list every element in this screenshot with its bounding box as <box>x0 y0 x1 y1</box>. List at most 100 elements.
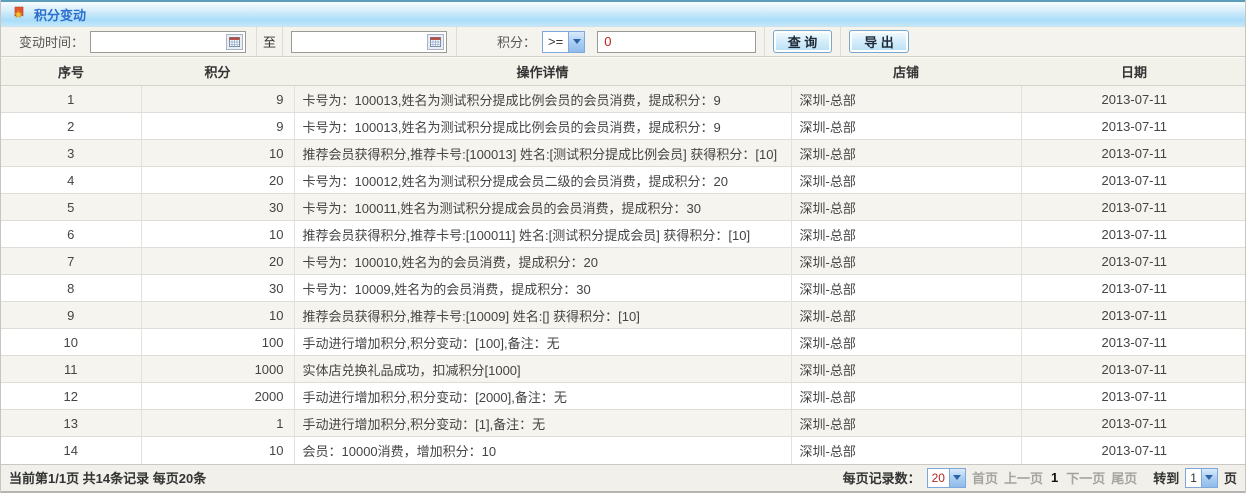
cell-date: 2013-07-11 <box>1021 329 1246 356</box>
table-body: 19卡号为：100013,姓名为测试积分提成比例会员的会员消费，提成积分：9深圳… <box>1 86 1246 464</box>
to-label: 至 <box>263 32 276 51</box>
record-summary: 当前第1/1页 共14条记录 每页20条 <box>9 468 206 487</box>
cell-store: 深圳-总部 <box>791 194 1021 221</box>
cell-no: 9 <box>1 302 141 329</box>
page-size-value: 20 <box>928 469 949 487</box>
cell-store: 深圳-总部 <box>791 437 1021 464</box>
table-row: 420卡号为：100012,姓名为测试积分提成会员二级的会员消费，提成积分：20… <box>1 167 1246 194</box>
cell-no: 12 <box>1 383 141 410</box>
goto-label: 转到 <box>1153 468 1179 487</box>
chevron-down-icon <box>949 469 965 487</box>
calendar-icon[interactable] <box>226 34 243 50</box>
goto-page-value: 1 <box>1186 469 1201 487</box>
chevron-down-icon <box>1201 469 1217 487</box>
calendar-icon[interactable] <box>427 34 444 50</box>
cell-no: 11 <box>1 356 141 383</box>
cell-no: 3 <box>1 140 141 167</box>
cell-detail: 卡号为：100012,姓名为测试积分提成会员二级的会员消费，提成积分：20 <box>294 167 791 194</box>
filter-points-cell: 积分： >= 0 <box>457 27 765 56</box>
cell-detail: 卡号为：100013,姓名为测试积分提成比例会员的会员消费，提成积分：9 <box>294 86 791 113</box>
operator-value: >= <box>543 32 568 52</box>
cell-date: 2013-07-11 <box>1021 275 1246 302</box>
points-value-input[interactable]: 0 <box>597 31 756 53</box>
cell-no: 5 <box>1 194 141 221</box>
cell-points: 1 <box>141 410 294 437</box>
cell-points: 10 <box>141 437 294 464</box>
export-button[interactable]: 导 出 <box>849 30 909 53</box>
date-from-input[interactable] <box>90 31 246 53</box>
cell-detail: 会员：10000消费，增加积分：10 <box>294 437 791 464</box>
cell-no: 7 <box>1 248 141 275</box>
cell-date: 2013-07-11 <box>1021 140 1246 167</box>
cell-date: 2013-07-11 <box>1021 86 1246 113</box>
cell-no: 10 <box>1 329 141 356</box>
points-label: 积分： <box>497 32 536 51</box>
title-bar: 积分变动 <box>1 0 1245 27</box>
cell-detail: 卡号为：10009,姓名为的会员消费，提成积分：30 <box>294 275 791 302</box>
cell-detail: 推荐会员获得积分,推荐卡号:[100011] 姓名:[测试积分提成会员] 获得积… <box>294 221 791 248</box>
table-row: 910推荐会员获得积分,推荐卡号:[10009] 姓名:[] 获得积分：[10]… <box>1 302 1246 329</box>
cell-date: 2013-07-11 <box>1021 302 1246 329</box>
cell-store: 深圳-总部 <box>791 140 1021 167</box>
cell-points: 10 <box>141 302 294 329</box>
cell-points: 2000 <box>141 383 294 410</box>
last-page-link[interactable]: 尾页 <box>1111 468 1137 487</box>
cell-detail: 手动进行增加积分,积分变动：[100],备注：无 <box>294 329 791 356</box>
filter-bar: 变动时间： 至 <box>1 27 1245 57</box>
cell-detail: 实体店兑换礼品成功，扣减积分[1000] <box>294 356 791 383</box>
cell-points: 10 <box>141 221 294 248</box>
cell-detail: 手动进行增加积分,积分变动：[1],备注：无 <box>294 410 791 437</box>
cell-date: 2013-07-11 <box>1021 410 1246 437</box>
pagination-bar: 当前第1/1页 共14条记录 每页20条 每页记录数： 20 首页 上一页 1 … <box>1 464 1245 493</box>
filter-time-end-cell <box>283 27 457 56</box>
cell-store: 深圳-总部 <box>791 113 1021 140</box>
cell-points: 100 <box>141 329 294 356</box>
cell-store: 深圳-总部 <box>791 302 1021 329</box>
cell-store: 深圳-总部 <box>791 410 1021 437</box>
cell-points: 30 <box>141 275 294 302</box>
filter-time-cell: 变动时间： <box>1 27 257 56</box>
cell-points: 30 <box>141 194 294 221</box>
cell-no: 1 <box>1 86 141 113</box>
query-cell: 查 询 <box>765 27 841 56</box>
goto-page-select[interactable]: 1 <box>1185 468 1218 488</box>
cell-date: 2013-07-11 <box>1021 221 1246 248</box>
table-row: 310推荐会员获得积分,推荐卡号:[100013] 姓名:[测试积分提成比例会员… <box>1 140 1246 167</box>
cell-store: 深圳-总部 <box>791 275 1021 302</box>
cell-no: 4 <box>1 167 141 194</box>
prev-page-link[interactable]: 上一页 <box>1004 468 1043 487</box>
col-header-store: 店铺 <box>791 58 1021 86</box>
cell-no: 14 <box>1 437 141 464</box>
next-page-link[interactable]: 下一页 <box>1066 468 1105 487</box>
query-button[interactable]: 查 询 <box>773 30 832 53</box>
points-value: 0 <box>604 34 611 49</box>
table-row: 29卡号为：100013,姓名为测试积分提成比例会员的会员消费，提成积分：9深圳… <box>1 113 1246 140</box>
cell-points: 9 <box>141 113 294 140</box>
cell-no: 8 <box>1 275 141 302</box>
cell-date: 2013-07-11 <box>1021 356 1246 383</box>
col-header-no: 序号 <box>1 58 141 86</box>
cell-points: 20 <box>141 248 294 275</box>
cell-detail: 卡号为：100013,姓名为测试积分提成比例会员的会员消费，提成积分：9 <box>294 113 791 140</box>
cell-detail: 手动进行增加积分,积分变动：[2000],备注：无 <box>294 383 791 410</box>
cell-store: 深圳-总部 <box>791 86 1021 113</box>
filter-to-cell: 至 <box>257 27 283 56</box>
cell-store: 深圳-总部 <box>791 356 1021 383</box>
page-size-select[interactable]: 20 <box>927 468 966 488</box>
points-table: 序号 积分 操作详情 店铺 日期 19卡号为：100013,姓名为测试积分提成比… <box>1 57 1246 464</box>
cell-date: 2013-07-11 <box>1021 113 1246 140</box>
cell-points: 9 <box>141 86 294 113</box>
table-row: 720卡号为：100010,姓名为的会员消费，提成积分：20深圳-总部2013-… <box>1 248 1246 275</box>
cell-date: 2013-07-11 <box>1021 167 1246 194</box>
table-row: 830卡号为：10009,姓名为的会员消费，提成积分：30深圳-总部2013-0… <box>1 275 1246 302</box>
cell-store: 深圳-总部 <box>791 383 1021 410</box>
table-row: 19卡号为：100013,姓名为测试积分提成比例会员的会员消费，提成积分：9深圳… <box>1 86 1246 113</box>
page-suffix-label: 页 <box>1224 468 1237 487</box>
first-page-link[interactable]: 首页 <box>972 468 998 487</box>
operator-select[interactable]: >= <box>542 31 585 53</box>
page-size-label: 每页记录数： <box>843 468 921 487</box>
date-to-input[interactable] <box>291 31 447 53</box>
cell-no: 2 <box>1 113 141 140</box>
cell-date: 2013-07-11 <box>1021 248 1246 275</box>
cell-no: 6 <box>1 221 141 248</box>
